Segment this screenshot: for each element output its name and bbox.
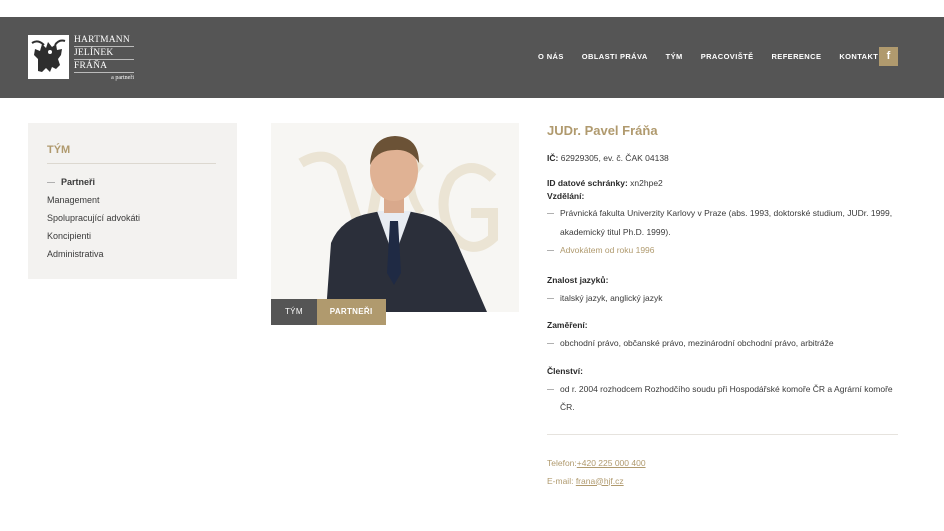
breadcrumb: TÝM PARTNEŘI (271, 299, 386, 325)
focus-list: obchodní právo, občanské právo, mezináro… (547, 334, 898, 353)
profile-photo (271, 123, 519, 312)
datova-label: ID datové schránky: (547, 178, 628, 188)
sidebar-item-partneri[interactable]: Partneři (47, 173, 217, 191)
brand-line-1: HARTMANN (74, 34, 134, 47)
focus-text: obchodní právo, občanské právo, mezináro… (560, 338, 834, 348)
nav-item-tym[interactable]: TÝM (666, 52, 683, 62)
profile-content: JUDr. Pavel Fráňa IČ: 62929305, ev. č. Č… (547, 123, 898, 490)
education-list: Právnická fakulta Univerzity Karlovy v P… (547, 204, 898, 260)
focus-label: Zaměření: (547, 320, 588, 330)
site-header: HARTMANN JELÍNEK FRÁŇA a partneři O NÁS … (0, 17, 944, 98)
education-label: Vzdělání: (547, 191, 585, 201)
lion-emblem-icon (28, 35, 69, 79)
top-strip (0, 0, 944, 17)
membership-label: Členství: (547, 365, 583, 376)
datova-value: xn2hpe2 (630, 178, 663, 188)
education-item: Advokátem od roku 1996 (547, 241, 898, 260)
focus-item: obchodní právo, občanské právo, mezináro… (547, 334, 898, 353)
main-nav: O NÁS OBLASTI PRÁVA TÝM PRACOVIŠTĚ REFER… (538, 52, 896, 62)
phone-line: Telefon:+420 225 000 400 (547, 454, 898, 472)
ic-value: 62929305, ev. č. ČAK 04138 (560, 153, 669, 163)
phone-label: Telefon: (547, 457, 577, 468)
nav-item-pracoviste[interactable]: PRACOVIŠTĚ (701, 52, 754, 62)
membership-text: od r. 2004 rozhodcem Rozhodčího soudu př… (560, 383, 893, 413)
nav-item-o-nas[interactable]: O NÁS (538, 52, 564, 62)
breadcrumb-tym[interactable]: TÝM (271, 299, 317, 325)
membership-item: od r. 2004 rozhodcem Rozhodčího soudu př… (547, 380, 898, 417)
sidebar-item-koncipienti[interactable]: Koncipienti (47, 227, 217, 245)
dash-icon (547, 297, 554, 299)
sidebar-list: Partneři Management Spolupracující advok… (47, 173, 217, 263)
breadcrumb-partneri[interactable]: PARTNEŘI (316, 299, 386, 325)
sidebar-item-label: Partneři (61, 177, 96, 187)
dash-icon (547, 343, 554, 344)
education-text: Právnická fakulta Univerzity Karlovy v P… (560, 208, 893, 237)
nav-item-reference[interactable]: REFERENCE (771, 52, 821, 62)
team-sidebar: TÝM Partneři Management Spolupracující a… (28, 123, 237, 279)
datova-line: ID datové schránky: xn2hpe2 (547, 177, 898, 189)
nav-item-kontakt[interactable]: KONTAKT (839, 52, 878, 62)
education-item: Právnická fakulta Univerzity Karlovy v P… (547, 204, 898, 241)
brand-logo[interactable]: HARTMANN JELÍNEK FRÁŇA a partneři (28, 34, 138, 82)
languages-list: italský jazyk, anglický jazyk (547, 289, 898, 308)
dash-icon (547, 213, 554, 214)
profile-name: JUDr. Pavel Fráňa (547, 123, 658, 138)
dash-icon (547, 250, 554, 251)
email-line: E-mail: frana@hjf.cz (547, 472, 898, 490)
content-divider (547, 433, 898, 435)
sidebar-item-spolupracujici[interactable]: Spolupracující advokáti (47, 209, 217, 227)
nav-item-oblasti-prava[interactable]: OBLASTI PRÁVA (582, 52, 648, 62)
brand-line-3: FRÁŇA (74, 60, 134, 73)
email-link[interactable]: frana@hjf.cz (576, 476, 624, 486)
ic-line: IČ: 62929305, ev. č. ČAK 04138 (547, 152, 898, 164)
languages-text: italský jazyk, anglický jazyk (560, 292, 663, 303)
languages-item: italský jazyk, anglický jazyk (547, 289, 898, 308)
brand-line-2: JELÍNEK (74, 47, 134, 60)
sidebar-item-management[interactable]: Management (47, 191, 217, 209)
sidebar-title: TÝM (47, 143, 216, 164)
ic-label: IČ: (547, 153, 559, 163)
sidebar-item-administrativa[interactable]: Administrativa (47, 245, 217, 263)
membership-list: od r. 2004 rozhodcem Rozhodčího soudu př… (547, 380, 898, 417)
brand-sub: a partneři (111, 75, 134, 81)
phone-link[interactable]: +420 225 000 400 (577, 458, 646, 468)
languages-label: Znalost jazyků: (547, 274, 609, 285)
education-text: Advokátem od roku 1996 (560, 245, 655, 255)
dash-icon (47, 181, 55, 183)
brand-wordmark: HARTMANN JELÍNEK FRÁŇA a partneři (74, 34, 134, 83)
facebook-icon[interactable]: f (879, 47, 898, 66)
email-label: E-mail: (547, 475, 576, 486)
dash-icon (547, 388, 554, 390)
